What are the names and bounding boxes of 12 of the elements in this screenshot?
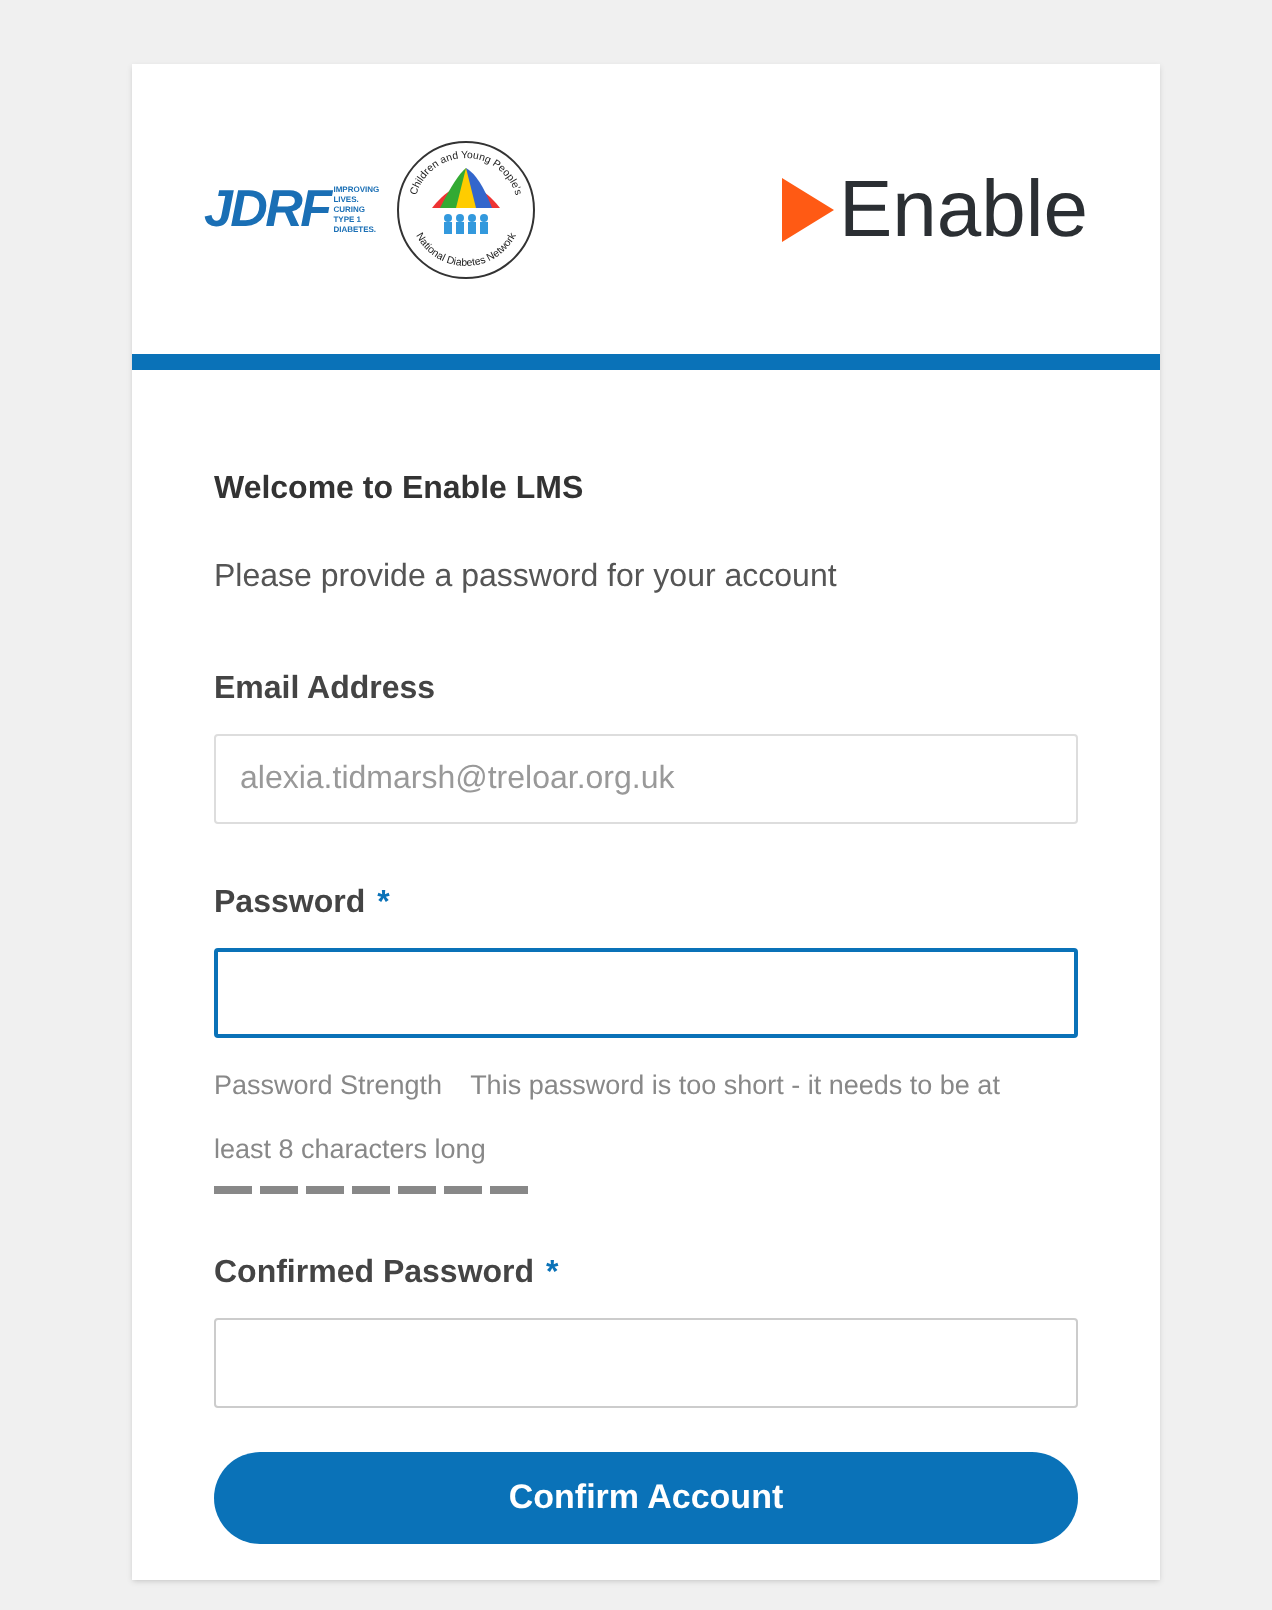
password-field[interactable]: [214, 948, 1078, 1038]
field-label: Email Address: [214, 670, 436, 710]
password-strength-text: Password Strength This password is too short - it needs to be at least 8 characters long: [214, 1068, 1002, 1168]
welcome-title: Welcome to Enable LMS: [214, 470, 586, 510]
field-label: Password: [214, 884, 366, 924]
required-mark: *: [377, 884, 390, 924]
field-label: Confirmed Password: [214, 1254, 535, 1294]
play-icon: [782, 177, 835, 241]
enable-logo: Enable: [782, 169, 1088, 249]
required-mark: *: [546, 1254, 559, 1294]
confirm-account-button[interactable]: Confirm Account: [214, 1452, 1078, 1544]
instruction-text: Please provide a password for your account: [214, 558, 839, 598]
